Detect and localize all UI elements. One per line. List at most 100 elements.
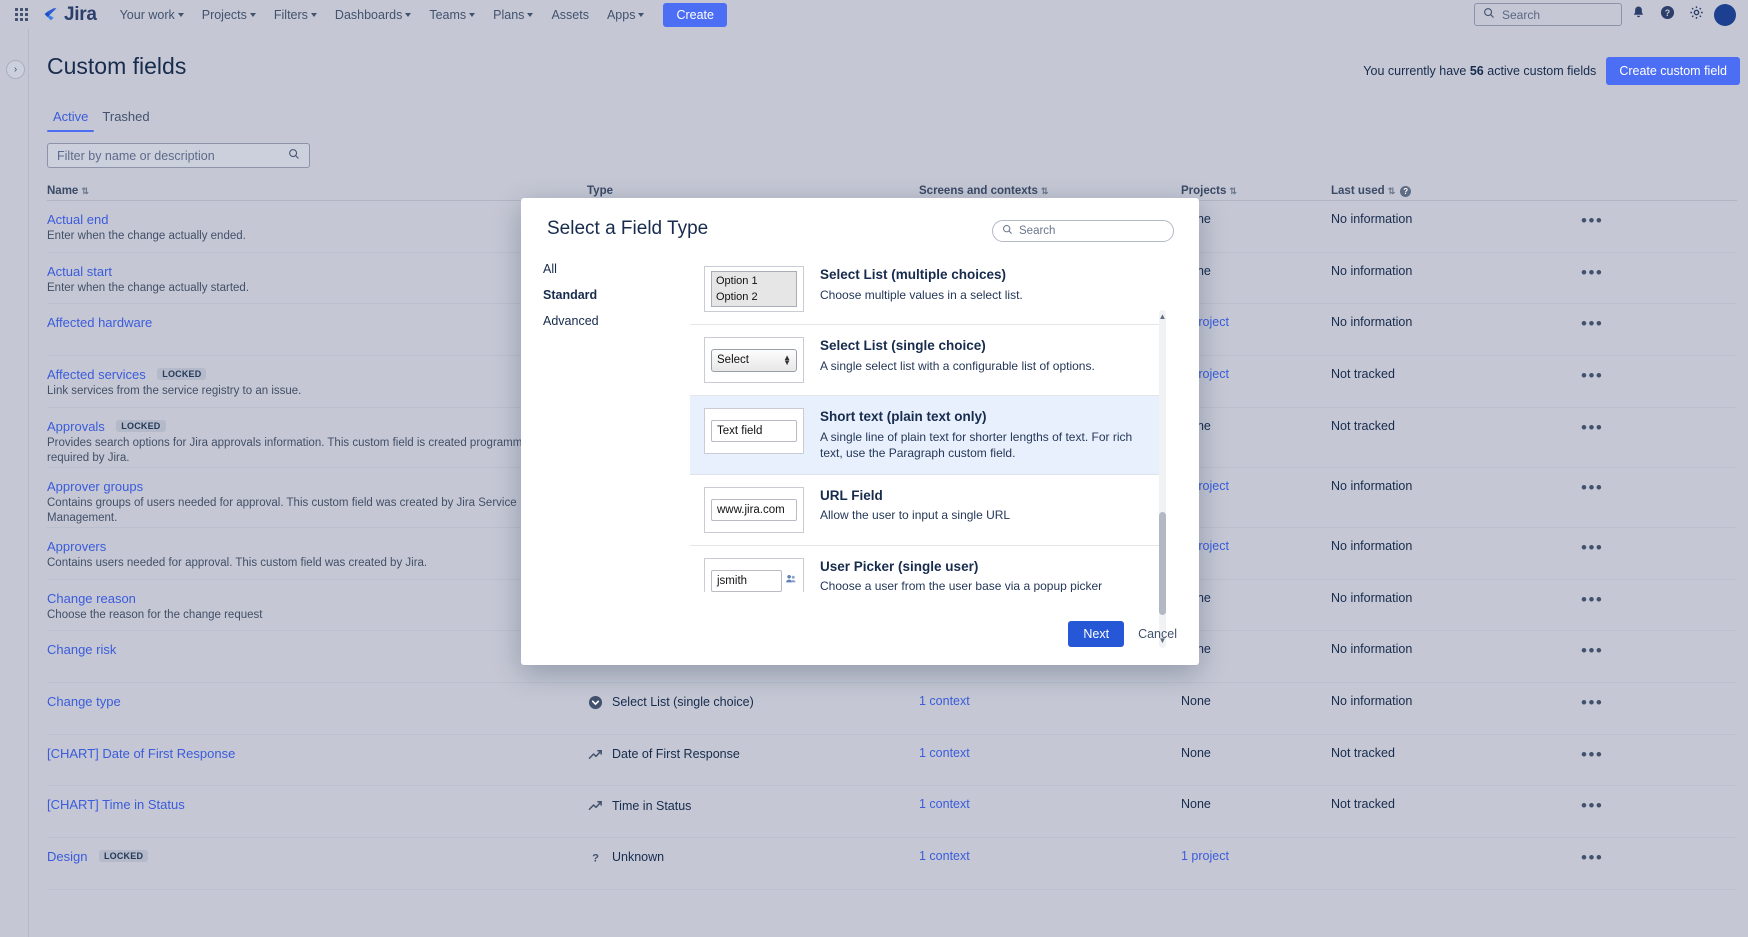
- preview-box: Option 1 Option 2: [704, 266, 804, 312]
- category-all[interactable]: All: [543, 256, 690, 282]
- sort-icon: ⇅: [81, 185, 89, 196]
- nav-projects[interactable]: Projects: [193, 3, 265, 27]
- search-icon: [1483, 6, 1495, 24]
- field-type-option-url-field[interactable]: www.jira.com URL Field Allow the user to…: [690, 474, 1159, 546]
- column-header-projects[interactable]: Projects ⇅: [1181, 185, 1331, 197]
- column-header-name[interactable]: Name ⇅: [47, 185, 587, 197]
- list-scrollbar[interactable]: [1159, 310, 1166, 648]
- more-actions-icon[interactable]: •••: [1581, 418, 1603, 437]
- row-actions-cell: •••: [1581, 264, 1701, 281]
- nav-filters[interactable]: Filters: [265, 3, 326, 27]
- top-navigation-bar: Jira Your work Projects Filters Dashboar…: [0, 0, 1748, 29]
- modal-search-input[interactable]: Search: [992, 220, 1174, 242]
- field-name-link[interactable]: [CHART] Date of First Response: [47, 746, 235, 761]
- field-type-list: Option 1 Option 2 Select List (multiple …: [690, 254, 1159, 592]
- next-button[interactable]: Next: [1068, 621, 1125, 647]
- locked-badge: LOCKED: [98, 849, 149, 862]
- jira-custom-fields-page: Jira Your work Projects Filters Dashboar…: [0, 0, 1748, 937]
- create-custom-field-button[interactable]: Create custom field: [1606, 57, 1740, 85]
- field-name-link[interactable]: Actual end: [47, 212, 108, 227]
- more-actions-icon[interactable]: •••: [1581, 478, 1603, 497]
- info-icon[interactable]: ?: [1400, 185, 1412, 197]
- row-last-used-cell: No information: [1331, 212, 1413, 226]
- field-type-description: A single line of plain text for shorter …: [820, 429, 1133, 461]
- more-actions-icon[interactable]: •••: [1581, 590, 1603, 609]
- more-actions-icon[interactable]: •••: [1581, 693, 1603, 712]
- field-name-link[interactable]: Affected services: [47, 367, 146, 382]
- field-type-option-user-picker[interactable]: jsmith User Picker (single user) Choose …: [690, 545, 1159, 592]
- nav-dashboards[interactable]: Dashboards: [326, 3, 420, 27]
- filter-input[interactable]: Filter by name or description: [47, 143, 310, 168]
- row-screens-cell[interactable]: 1 context: [919, 849, 1181, 863]
- nav-assets[interactable]: Assets: [542, 3, 598, 27]
- field-name-link[interactable]: Approver groups: [47, 479, 143, 494]
- field-type-option-select-list-multiple[interactable]: Option 1 Option 2 Select List (multiple …: [690, 254, 1159, 325]
- user-picker-value: jsmith: [711, 569, 782, 592]
- expand-sidebar-button[interactable]: ›: [6, 60, 25, 79]
- field-name-link[interactable]: [CHART] Time in Status: [47, 797, 185, 812]
- field-name-link[interactable]: Change reason: [47, 591, 136, 606]
- modal-category-list: All Standard Advanced: [521, 256, 690, 334]
- field-name-link[interactable]: Approvers: [47, 539, 106, 554]
- table-row: [CHART] Time in Status Time in Status 1 …: [47, 786, 1737, 838]
- row-name-cell: Change type: [47, 694, 587, 709]
- row-projects-cell[interactable]: 1 project: [1181, 539, 1331, 553]
- global-search-input[interactable]: Search: [1474, 3, 1622, 26]
- more-actions-icon[interactable]: •••: [1581, 641, 1603, 660]
- create-button[interactable]: Create: [663, 2, 727, 27]
- nav-plans[interactable]: Plans: [484, 3, 542, 27]
- field-type-text: Select List (single choice) A single sel…: [820, 337, 1145, 374]
- column-header-screens[interactable]: Screens and contexts ⇅: [919, 185, 1181, 197]
- more-actions-icon[interactable]: •••: [1581, 796, 1603, 815]
- chart-trend-icon: [587, 746, 604, 763]
- more-actions-icon[interactable]: •••: [1581, 211, 1603, 230]
- row-projects-cell[interactable]: 1 project: [1181, 849, 1331, 863]
- notifications-button[interactable]: [1625, 2, 1651, 28]
- field-name-link[interactable]: Affected hardware: [47, 315, 152, 330]
- field-type-description: A single select list with a configurable…: [820, 358, 1095, 373]
- tab-trashed[interactable]: Trashed: [96, 105, 155, 132]
- field-name-link[interactable]: Change risk: [47, 642, 116, 657]
- row-name-cell: Approver groups Contains groups of users…: [47, 479, 587, 527]
- nav-teams[interactable]: Teams: [420, 3, 484, 27]
- category-standard[interactable]: Standard: [543, 282, 690, 308]
- row-screens-cell[interactable]: 1 context: [919, 694, 1181, 708]
- more-actions-icon[interactable]: •••: [1581, 848, 1603, 867]
- scroll-up-icon[interactable]: ▲: [1158, 312, 1167, 321]
- settings-button[interactable]: [1683, 2, 1709, 28]
- app-switcher-button[interactable]: [8, 2, 34, 28]
- row-projects-cell[interactable]: 1 project: [1181, 315, 1331, 329]
- cancel-button[interactable]: Cancel: [1138, 627, 1177, 641]
- field-name-link[interactable]: Approvals: [47, 419, 105, 434]
- row-screens-cell[interactable]: 1 context: [919, 797, 1181, 811]
- more-actions-icon[interactable]: •••: [1581, 745, 1603, 764]
- row-projects-cell[interactable]: 1 project: [1181, 479, 1331, 493]
- locked-badge: LOCKED: [116, 419, 166, 432]
- row-type-cell: Date of First Response: [587, 746, 919, 763]
- more-actions-icon[interactable]: •••: [1581, 263, 1603, 282]
- column-header-last-used[interactable]: Last used ⇅ ?: [1331, 185, 1581, 197]
- sidebar-rail: ›: [0, 29, 29, 937]
- help-button[interactable]: ?: [1654, 2, 1680, 28]
- field-name-link[interactable]: Change type: [47, 694, 121, 709]
- row-projects-cell[interactable]: 1 project: [1181, 367, 1331, 381]
- field-name-link[interactable]: Design: [47, 849, 87, 864]
- field-type-option-short-text[interactable]: Text field Short text (plain text only) …: [690, 396, 1159, 475]
- field-type-option-select-list-single[interactable]: Select ▲ ▼ Select List (single choice) A …: [690, 325, 1159, 396]
- category-advanced[interactable]: Advanced: [543, 308, 690, 334]
- scrollbar-thumb[interactable]: [1159, 512, 1166, 615]
- more-actions-icon[interactable]: •••: [1581, 366, 1603, 385]
- single-select-preview: Select ▲ ▼: [711, 348, 797, 372]
- nav-apps[interactable]: Apps: [598, 3, 654, 27]
- tab-active[interactable]: Active: [47, 105, 95, 132]
- more-actions-icon[interactable]: •••: [1581, 538, 1603, 557]
- nav-your-work[interactable]: Your work: [111, 3, 193, 27]
- row-last-used-cell: Not tracked: [1331, 797, 1395, 812]
- row-screens-cell[interactable]: 1 context: [919, 746, 1181, 760]
- field-name-link[interactable]: Actual start: [47, 264, 112, 279]
- more-actions-icon[interactable]: •••: [1581, 314, 1603, 333]
- select-field-type-modal: Select a Field Type Search All Standard …: [521, 198, 1199, 665]
- jira-home-link[interactable]: Jira: [42, 4, 97, 26]
- avatar[interactable]: [1714, 3, 1736, 26]
- url-field-preview: www.jira.com: [711, 498, 797, 521]
